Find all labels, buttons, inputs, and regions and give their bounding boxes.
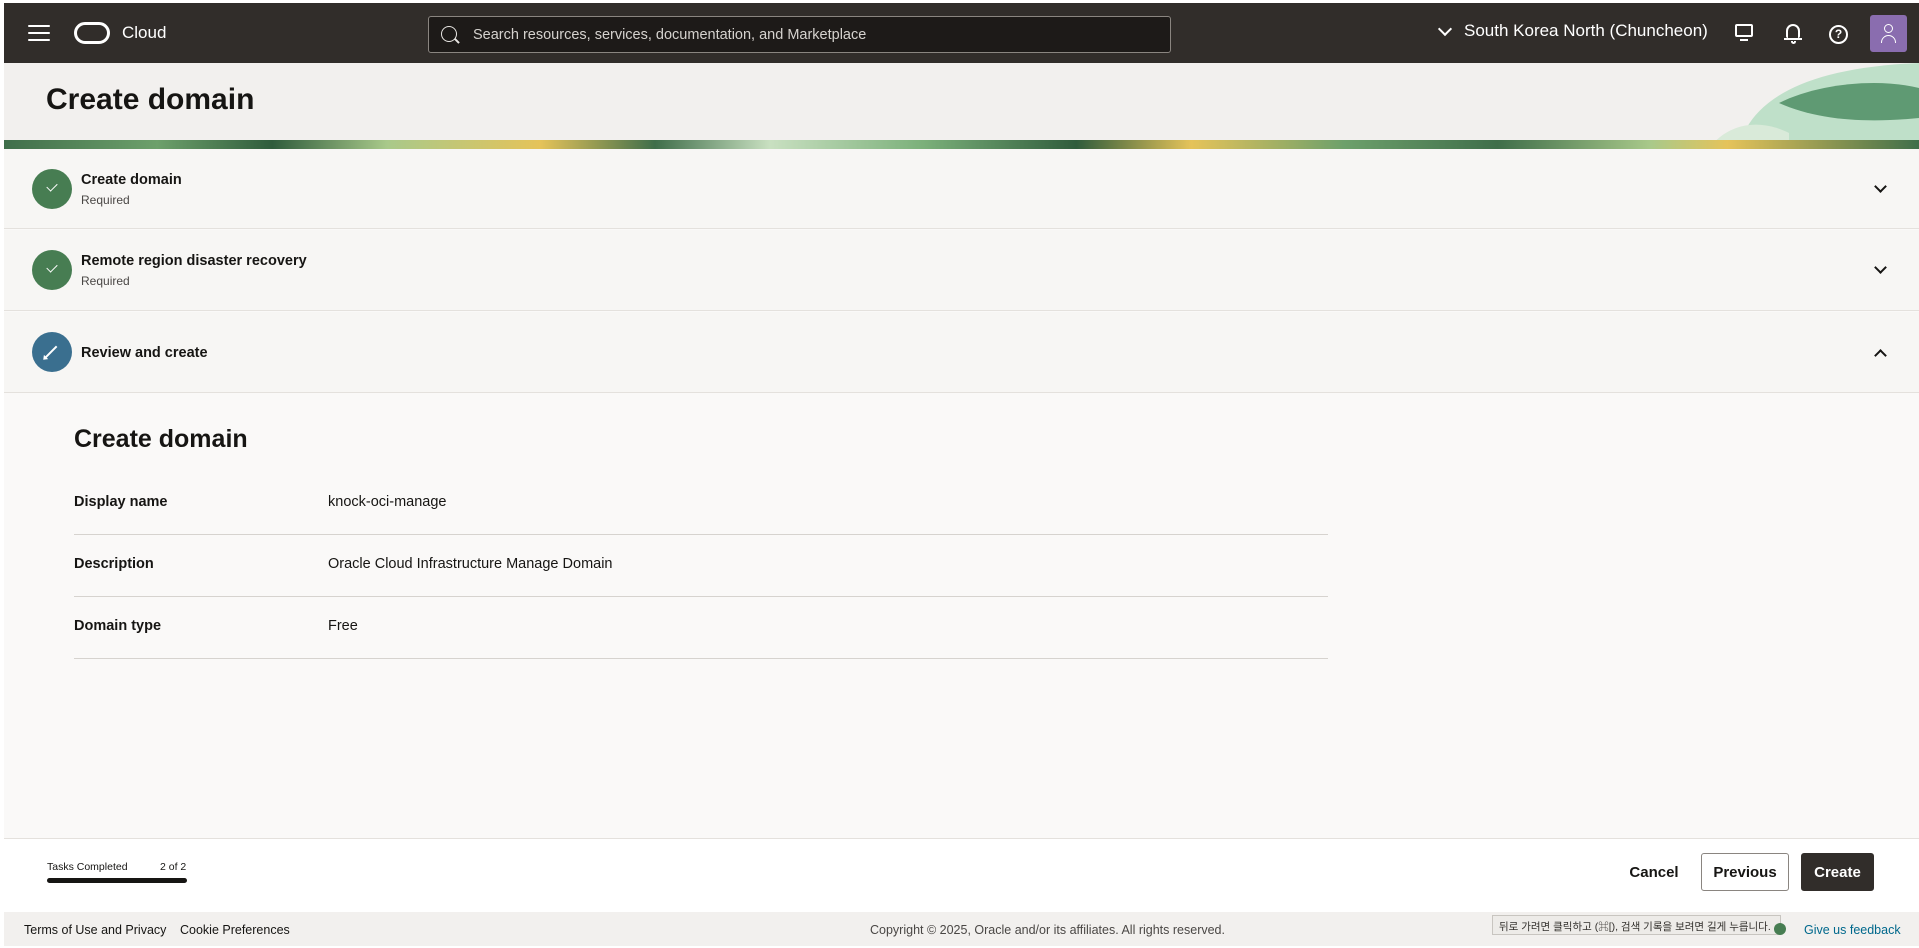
copyright-text: Copyright © 2025, Oracle and/or its affi…	[870, 923, 1225, 937]
wizard-action-bar: Tasks Completed 2 of 2 Cancel Previous C…	[4, 838, 1919, 912]
page-header: Create domain	[4, 63, 1919, 148]
previous-button[interactable]: Previous	[1701, 853, 1789, 891]
chevron-down-icon[interactable]	[1874, 261, 1887, 274]
field-value: Free	[328, 618, 358, 634]
bell-icon[interactable]	[1782, 23, 1804, 45]
check-icon	[46, 261, 58, 273]
check-icon	[46, 180, 58, 192]
field-label: Description	[74, 556, 154, 572]
review-section-title: Create domain	[74, 425, 248, 453]
oracle-logo-icon[interactable]	[74, 22, 110, 44]
progress-fill	[47, 878, 187, 883]
chevron-down-icon	[1437, 21, 1453, 36]
region-selector[interactable]: South Korea North (Chuncheon)	[1436, 21, 1708, 41]
step-complete-badge	[32, 169, 72, 209]
step-title: Review and create	[81, 345, 208, 361]
page-title: Create domain	[46, 83, 255, 116]
review-row-display-name: Display name knock-oci-manage	[74, 473, 1328, 535]
decorative-leaf-graphic	[1709, 63, 1919, 148]
brand-label[interactable]: Cloud	[122, 23, 166, 43]
feedback-link[interactable]: Give us feedback	[1804, 923, 1901, 937]
wizard-content: Create domain Required Remote region dis…	[4, 149, 1919, 839]
tasks-progress-bar	[47, 878, 187, 883]
tasks-completed-count: 2 of 2	[160, 861, 187, 873]
menu-icon[interactable]	[28, 25, 50, 41]
step-title: Remote region disaster recovery	[81, 253, 307, 269]
tasks-completed-label: Tasks Completed	[47, 861, 128, 873]
chevron-up-icon[interactable]	[1874, 349, 1887, 362]
field-value: Oracle Cloud Infrastructure Manage Domai…	[328, 556, 613, 572]
browser-tooltip: 뒤로 가려면 클릭하고 (⌘[), 검색 기록을 보려면 길게 누릅니다.	[1492, 915, 1781, 935]
field-label: Display name	[74, 494, 168, 510]
search-icon	[441, 26, 457, 42]
step-subtitle: Required	[81, 193, 130, 207]
cookie-preferences-link[interactable]: Cookie Preferences	[180, 923, 290, 937]
search-box[interactable]	[428, 16, 1171, 53]
user-icon[interactable]	[1870, 15, 1907, 52]
step-create-domain[interactable]: Create domain Required	[4, 149, 1919, 229]
field-value: knock-oci-manage	[328, 494, 447, 510]
review-summary: Create domain Display name knock-oci-man…	[74, 425, 1328, 659]
help-icon[interactable]: ?	[1829, 25, 1848, 44]
monitor-icon[interactable]	[1733, 23, 1755, 45]
feedback-icon[interactable]	[1774, 923, 1786, 935]
top-navigation-bar: Cloud South Korea North (Chuncheon) ?	[4, 3, 1919, 63]
step-subtitle: Required	[81, 274, 130, 288]
region-label: South Korea North (Chuncheon)	[1464, 21, 1708, 40]
search-input[interactable]	[473, 17, 1153, 52]
cancel-button[interactable]: Cancel	[1614, 853, 1694, 891]
step-complete-badge	[32, 250, 72, 290]
create-button[interactable]: Create	[1801, 853, 1874, 891]
review-row-domain-type: Domain type Free	[74, 597, 1328, 659]
chevron-down-icon[interactable]	[1874, 180, 1887, 193]
pencil-icon	[44, 345, 58, 359]
step-current-badge	[32, 332, 72, 372]
page-footer: Terms of Use and Privacy Cookie Preferen…	[4, 912, 1919, 946]
field-label: Domain type	[74, 618, 162, 634]
step-remote-region-disaster-recovery[interactable]: Remote region disaster recovery Required	[4, 230, 1919, 311]
step-review-and-create[interactable]: Review and create	[4, 312, 1919, 393]
decorative-leaf-strip	[4, 140, 1919, 149]
step-title: Create domain	[81, 172, 182, 188]
review-row-description: Description Oracle Cloud Infrastructure …	[74, 535, 1328, 597]
terms-link[interactable]: Terms of Use and Privacy	[24, 923, 166, 937]
